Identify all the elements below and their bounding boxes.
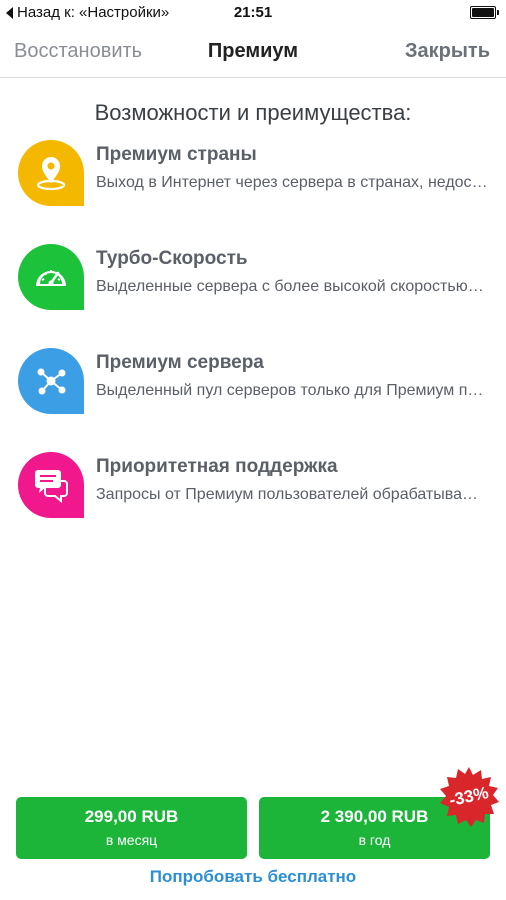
feature-title: Приоритетная поддержка bbox=[96, 456, 338, 477]
monthly-plan-button[interactable]: 299,00 RUB в месяц bbox=[16, 797, 247, 859]
feature-premium-countries: Премиум страны Выход в Интернет через се… bbox=[0, 140, 506, 210]
feature-description: Выделенные сервера с более высокой скоро… bbox=[96, 278, 488, 295]
monthly-period: в месяц bbox=[105, 832, 158, 848]
yearly-period: в год bbox=[358, 832, 391, 848]
chat-bubbles-icon bbox=[18, 452, 84, 518]
status-bar: Назад к: «Настройки» 21:51 bbox=[0, 0, 506, 26]
monthly-price: 299,00 RUB bbox=[84, 807, 179, 826]
feature-title: Премиум сервера bbox=[96, 352, 264, 373]
section-title: Возможности и преимущества: bbox=[94, 100, 412, 125]
discount-badge: -33% bbox=[447, 783, 491, 810]
network-icon bbox=[18, 348, 84, 414]
feature-priority-support: Приоритетная поддержка Запросы от Премиу… bbox=[0, 452, 506, 522]
feature-description: Выход в Интернет через сервера в странах… bbox=[96, 174, 488, 191]
status-time: 21:51 bbox=[233, 4, 273, 21]
speedometer-icon bbox=[18, 244, 84, 310]
feature-title: Турбо-Скорость bbox=[96, 248, 248, 269]
battery-icon bbox=[470, 6, 499, 19]
close-button[interactable]: Закрыть bbox=[405, 40, 490, 63]
try-free-link[interactable]: Попробовать бесплатно bbox=[0, 867, 506, 887]
feature-turbo-speed: Турбо-Скорость Выделенные сервера с боле… bbox=[0, 244, 506, 314]
restore-button[interactable]: Восстановить bbox=[14, 40, 142, 63]
feature-title: Премиум страны bbox=[96, 144, 257, 165]
feature-description: Запросы от Премиум пользователей обрабат… bbox=[96, 486, 488, 503]
location-pin-icon bbox=[18, 140, 84, 206]
feature-description: Выделенный пул серверов только для Преми… bbox=[96, 382, 488, 399]
nav-bar: Восстановить Премиум Закрыть bbox=[0, 26, 506, 78]
feature-premium-servers: Премиум сервера Выделенный пул серверов … bbox=[0, 348, 506, 418]
